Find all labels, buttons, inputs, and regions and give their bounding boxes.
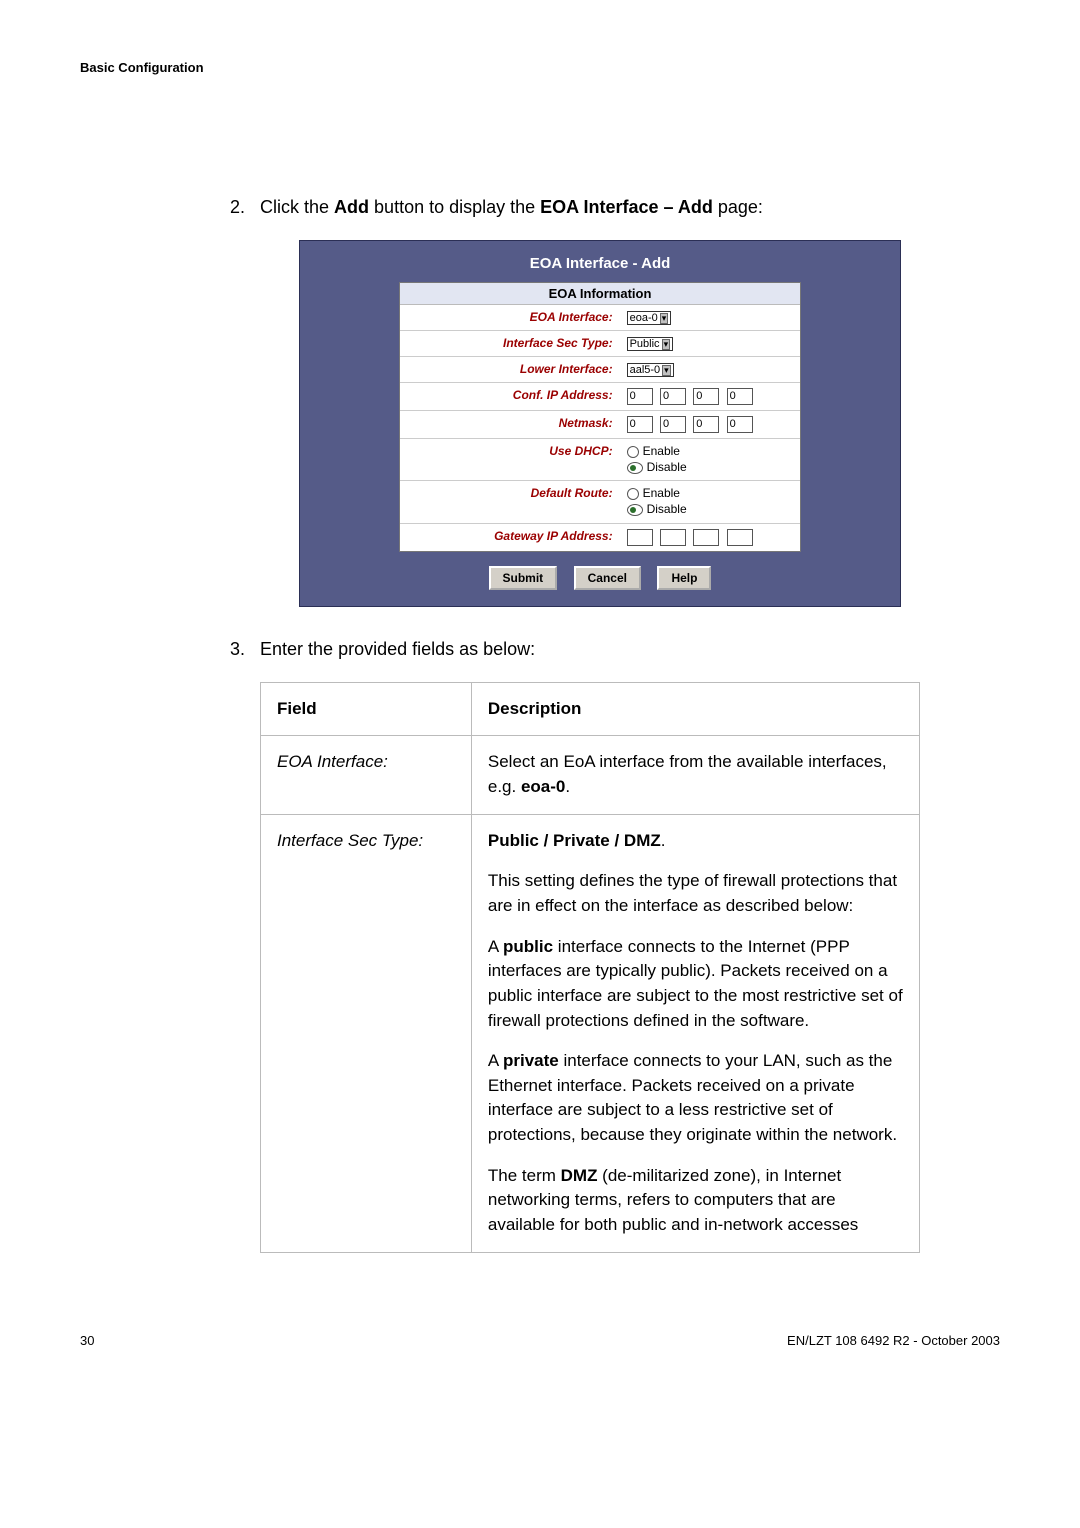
label-default-route: Default Route: (400, 481, 621, 522)
conf-ip-3[interactable]: 0 (693, 388, 719, 405)
eoa-info-head: EOA Information (400, 283, 800, 305)
chevron-down-icon: ▾ (662, 339, 671, 350)
label-if-sec-type: Interface Sec Type: (400, 331, 621, 356)
step-3: 3. Enter the provided fields as below: (230, 637, 970, 662)
page-header: Basic Configuration (80, 60, 1000, 75)
select-lower-if-value: aal5-0 (630, 364, 661, 376)
netmask-3[interactable]: 0 (693, 416, 719, 433)
radio-route-disable-label: Disable (647, 502, 687, 516)
gw-ip-3[interactable] (693, 529, 719, 546)
netmask-2[interactable]: 0 (660, 416, 686, 433)
gw-ip-4[interactable] (727, 529, 753, 546)
select-if-sec-type-value: Public (630, 338, 660, 350)
table-row: Interface Sec Type: Public / Private / D… (261, 814, 920, 1252)
radio-route-enable[interactable] (627, 488, 639, 500)
row2-p2: This setting defines the type of firewal… (488, 869, 903, 918)
row2-p5a: The term (488, 1166, 561, 1185)
select-lower-if[interactable]: aal5-0 ▾ (627, 363, 674, 377)
label-gw-ip: Gateway IP Address: (400, 524, 621, 551)
radio-dhcp-disable-label: Disable (647, 460, 687, 474)
label-conf-ip: Conf. IP Address: (400, 383, 621, 410)
table-row: EOA Interface: Select an EoA interface f… (261, 736, 920, 814)
label-netmask: Netmask: (400, 411, 621, 438)
row1-field: EOA Interface: (277, 752, 388, 771)
footer-right: EN/LZT 108 6492 R2 - October 2003 (787, 1333, 1000, 1348)
select-if-sec-type[interactable]: Public ▾ (627, 337, 674, 351)
conf-ip-4[interactable]: 0 (727, 388, 753, 405)
row1-d1b: eoa-0 (521, 777, 565, 796)
row2-p5b: DMZ (561, 1166, 598, 1185)
th-desc: Description (471, 682, 919, 736)
step-2-num: 2. (230, 195, 255, 220)
radio-dhcp-disable[interactable] (627, 462, 643, 474)
eoa-dialog-title: EOA Interface - Add (310, 251, 890, 282)
eoa-dialog: EOA Interface - Add EOA Information EOA … (299, 240, 901, 606)
gw-ip-2[interactable] (660, 529, 686, 546)
gw-ip-1[interactable] (627, 529, 653, 546)
th-field: Field (261, 682, 472, 736)
radio-route-enable-label: Enable (643, 486, 680, 500)
radio-dhcp-enable[interactable] (627, 446, 639, 458)
step-2-eoa: EOA Interface – Add (540, 197, 713, 217)
netmask-4[interactable]: 0 (727, 416, 753, 433)
row2-p4b: private (503, 1051, 559, 1070)
row2-field: Interface Sec Type: (277, 831, 423, 850)
row2-p3a: A (488, 937, 503, 956)
submit-button[interactable]: Submit (489, 566, 558, 590)
radio-dhcp-enable-label: Enable (643, 444, 680, 458)
step-2-add: Add (334, 197, 369, 217)
description-table: Field Description EOA Interface: Select … (260, 682, 920, 1253)
chevron-down-icon: ▾ (662, 365, 671, 376)
netmask-1[interactable]: 0 (627, 416, 653, 433)
row2-p4a: A (488, 1051, 503, 1070)
step-3-num: 3. (230, 637, 255, 662)
eoa-panel: EOA Information EOA Interface: eoa-0 ▾ I… (399, 282, 801, 551)
conf-ip-1[interactable]: 0 (627, 388, 653, 405)
radio-route-disable[interactable] (627, 504, 643, 516)
label-eoa-interface: EOA Interface: (400, 305, 621, 330)
row2-p1a: Public / Private / DMZ (488, 831, 661, 850)
row2-p1b: . (661, 831, 666, 850)
step-2-text-e: page: (713, 197, 763, 217)
step-2-text-a: Click the (260, 197, 334, 217)
step-3-text: Enter the provided fields as below: (260, 639, 535, 659)
step-2-text-c: button to display the (369, 197, 540, 217)
page-number: 30 (80, 1333, 94, 1348)
chevron-down-icon: ▾ (660, 313, 669, 324)
step-2: 2. Click the Add button to display the E… (230, 195, 970, 220)
select-eoa-interface[interactable]: eoa-0 ▾ (627, 311, 672, 325)
select-eoa-interface-value: eoa-0 (630, 312, 658, 324)
row1-d1c: . (565, 777, 570, 796)
label-lower-if: Lower Interface: (400, 357, 621, 382)
cancel-button[interactable]: Cancel (574, 566, 641, 590)
help-button[interactable]: Help (657, 566, 711, 590)
label-use-dhcp: Use DHCP: (400, 439, 621, 480)
row2-p3b: public (503, 937, 553, 956)
conf-ip-2[interactable]: 0 (660, 388, 686, 405)
page-footer: 30 EN/LZT 108 6492 R2 - October 2003 (0, 1293, 1080, 1378)
